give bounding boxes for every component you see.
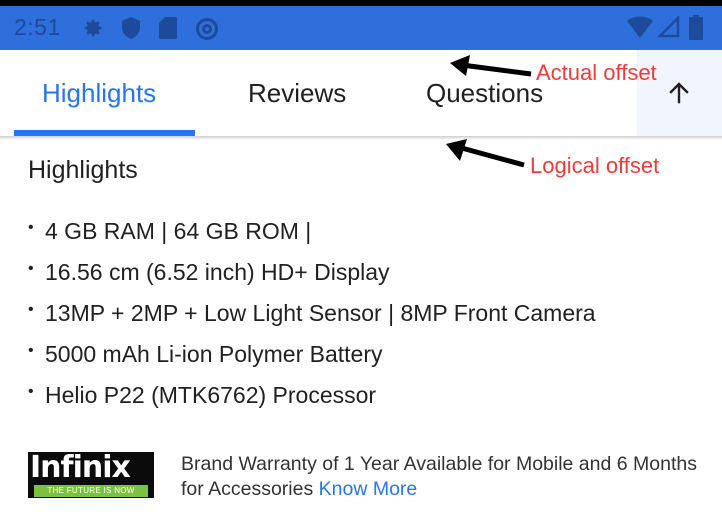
list-item: • 13MP + 2MP + Low Light Sensor | 8MP Fro… xyxy=(28,300,596,341)
status-time: 2:51 xyxy=(14,14,61,40)
at-sign-icon xyxy=(195,17,219,46)
list-item-text: 5000 mAh Li-ion Polymer Battery xyxy=(45,341,383,367)
tab-questions[interactable]: Questions xyxy=(426,78,543,109)
list-item: • 4 GB RAM | 64 GB ROM | xyxy=(28,218,596,259)
wifi-icon xyxy=(627,16,653,43)
signal-icon xyxy=(656,14,680,43)
brand-logo: Infinix THE FUTURE IS NOW xyxy=(28,452,154,498)
battery-icon xyxy=(689,15,703,45)
settings-icon xyxy=(82,17,104,44)
shield-icon xyxy=(121,17,141,44)
logical-offset-arrow xyxy=(446,139,525,168)
bullet: • xyxy=(28,342,34,359)
list-item-text: Helio P22 (MTK6762) Processor xyxy=(45,382,377,408)
logical-offset-label: Logical offset xyxy=(530,153,660,178)
highlights-list: • 4 GB RAM | 64 GB ROM | • 16.56 cm (6.52 … xyxy=(28,218,596,423)
bullet: • xyxy=(28,260,34,277)
tab-highlights[interactable]: Highlights xyxy=(42,78,156,109)
sd-card-icon xyxy=(159,17,177,44)
actual-offset-arrow xyxy=(450,55,532,77)
arrow-up-icon xyxy=(669,82,689,104)
brand-logo-name: Infinix xyxy=(30,450,131,485)
list-item-text: 13MP + 2MP + Low Light Sensor | 8MP Fron… xyxy=(45,300,596,326)
bullet: • xyxy=(28,219,34,236)
status-bar: 2:51 xyxy=(0,6,722,50)
warranty-info: Brand Warranty of 1 Year Available for M… xyxy=(181,452,701,502)
list-item: • Helio P22 (MTK6762) Processor xyxy=(28,382,596,423)
warranty-text: Brand Warranty of 1 Year Available for M… xyxy=(181,453,697,500)
actual-offset-label: Actual offset xyxy=(536,60,657,85)
bullet: • xyxy=(28,301,34,318)
tab-reviews[interactable]: Reviews xyxy=(248,78,346,109)
tab-bar-shadow xyxy=(0,136,722,140)
list-item: • 5000 mAh Li-ion Polymer Battery xyxy=(28,341,596,382)
brand-logo-tagline: THE FUTURE IS NOW xyxy=(34,485,148,497)
list-item: • 16.56 cm (6.52 inch) HD+ Display xyxy=(28,259,596,300)
bullet: • xyxy=(28,383,34,400)
know-more-link[interactable]: Know More xyxy=(319,478,418,500)
highlights-heading: Highlights xyxy=(28,156,138,184)
list-item-text: 4 GB RAM | 64 GB ROM | xyxy=(45,218,312,244)
list-item-text: 16.56 cm (6.52 inch) HD+ Display xyxy=(45,259,390,285)
